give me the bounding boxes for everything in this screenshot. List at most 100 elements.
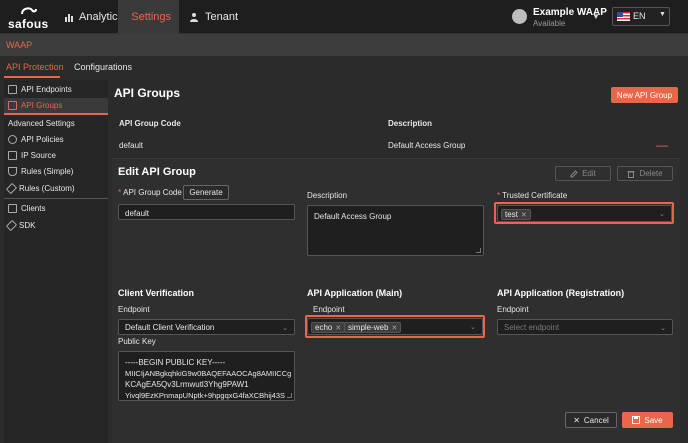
edit-button-label: Edit (582, 169, 596, 178)
close-icon: ✕ (573, 415, 580, 425)
highlight-box (494, 202, 674, 224)
public-key-textarea[interactable]: -----BEGIN PUBLIC KEY----- MIICIjANBgkqh… (118, 351, 295, 401)
endpoint-label: Endpoint (313, 305, 345, 314)
public-key-line: MIICIjANBgkqhkiG9w0BAQEFAAOCAg8AMIICCg (125, 369, 292, 378)
bar-chart-icon (65, 14, 73, 22)
description-label: Description (307, 191, 348, 200)
language-select[interactable]: EN ▼ (612, 7, 670, 26)
wrench-icon (5, 219, 18, 232)
pencil-icon (570, 169, 578, 177)
new-api-group-button[interactable]: New API Group (611, 87, 678, 103)
api-app-registration-endpoint-select[interactable]: Select endpoint ⌄ (497, 319, 673, 335)
section-header: WAAP (0, 34, 688, 56)
public-key-line: Yivql9EzKPnmapUNptk+9hpgqxG4faXCBhij43S (125, 391, 286, 400)
safous-logo[interactable]: safous (8, 6, 52, 31)
chevron-down-icon: ▼ (592, 12, 600, 21)
edit-panel-title: Edit API Group (118, 166, 196, 178)
language-value: EN (633, 11, 646, 21)
logo-text: safous (8, 17, 49, 31)
sidebar-item-label: Clients (21, 204, 46, 213)
tab-api-protection[interactable]: API Protection (6, 62, 64, 72)
monitor-icon (8, 204, 17, 213)
sidebar-item-sdk[interactable]: SDK (4, 218, 108, 233)
description-textarea[interactable]: Default Access Group (307, 205, 484, 256)
description-text: Default Access Group (314, 212, 392, 221)
cancel-button-label: Cancel (583, 415, 609, 425)
api-app-main-heading: API Application (Main) (307, 288, 403, 298)
us-flag-icon (617, 12, 630, 21)
wrench-icon (5, 182, 18, 195)
sidebar-item-ip-source[interactable]: IP Source (4, 148, 108, 163)
api-group-code-label: * API Group Code (118, 188, 182, 197)
sidebar-item-api-groups[interactable]: API Groups (4, 98, 108, 115)
shield-icon (8, 167, 17, 176)
top-navbar: safous Analytics Settings Tenant Example… (0, 0, 688, 34)
client-verification-endpoint-select[interactable]: Default Client Verification ⌄ (118, 319, 295, 335)
user-menu[interactable]: Example WAAP Available ▼ (510, 5, 607, 29)
sidebar-item-label: Rules (Custom) (19, 184, 75, 193)
network-icon (8, 151, 17, 160)
sidebar-item-label: API Endpoints (21, 85, 72, 94)
nav-tab-settings[interactable]: Settings (118, 0, 179, 34)
sidebar-divider (4, 198, 108, 199)
sidebar-item-api-policies[interactable]: API Policies (4, 132, 108, 147)
sidebar-item-label: IP Source (21, 151, 56, 160)
section-title: WAAP (6, 40, 33, 50)
chevron-down-icon: ▼ (659, 11, 666, 18)
avatar (512, 9, 527, 24)
users-icon (190, 13, 198, 22)
sidebar-item-rules-simple[interactable]: Rules (Simple) (4, 164, 108, 179)
table-cell-code[interactable]: default (119, 141, 143, 150)
sidebar-item-label: API Groups (21, 101, 63, 110)
chevron-down-icon: ⌄ (282, 325, 288, 332)
trash-icon (627, 170, 635, 178)
sidebar: API Endpoints API Groups Advanced Settin… (4, 80, 108, 443)
advanced-settings-heading: Advanced Settings (8, 119, 75, 128)
endpoint-label: Endpoint (497, 305, 529, 314)
select-value: Default Client Verification (125, 323, 215, 332)
save-button[interactable]: Save (622, 412, 673, 428)
endpoint-label: Endpoint (118, 305, 150, 314)
generate-button[interactable]: Generate (183, 185, 229, 200)
highlight-box (305, 315, 485, 338)
grid-icon (8, 101, 17, 110)
delete-button[interactable]: Delete (617, 166, 673, 181)
delete-button-label: Delete (639, 169, 663, 178)
sidebar-item-label: SDK (19, 221, 36, 230)
edit-button[interactable]: Edit (555, 166, 611, 181)
resize-handle-icon[interactable] (287, 393, 292, 398)
public-key-label: Public Key (118, 337, 156, 346)
api-group-code-input[interactable]: default (118, 204, 295, 220)
column-header-api-group-code: API Group Code (119, 119, 181, 128)
user-status: Available (533, 19, 566, 28)
table-cell-description: Default Access Group (388, 141, 466, 150)
sidebar-item-api-endpoints[interactable]: API Endpoints (4, 82, 108, 97)
api-app-registration-heading: API Application (Registration) (497, 288, 625, 298)
chevron-down-icon: ⌄ (660, 325, 666, 332)
sub-tabs: API Protection Configurations (0, 56, 688, 78)
active-tab-underline (4, 76, 60, 78)
sidebar-item-label: API Policies (21, 135, 64, 144)
cancel-button[interactable]: ✕ Cancel (565, 412, 617, 428)
nav-tab-label: Analytics (79, 11, 124, 23)
save-icon (632, 416, 641, 424)
collapse-row-icon[interactable]: — (656, 138, 668, 152)
grid-icon (8, 85, 17, 94)
nav-tab-label: Tenant (205, 11, 239, 23)
sidebar-item-rules-custom[interactable]: Rules (Custom) (4, 181, 108, 196)
trusted-certificate-label: * Trusted Certificate (497, 191, 568, 200)
sidebar-item-label: Rules (Simple) (21, 167, 74, 176)
tab-configurations[interactable]: Configurations (74, 62, 132, 72)
gear-icon (8, 135, 17, 144)
public-key-line: KCAgEA5Qv3Lrmwutl3Yhg9PAW1 (125, 380, 249, 389)
client-verification-heading: Client Verification (118, 288, 195, 298)
save-button-label: Save (644, 415, 663, 425)
nav-tab-label: Settings (131, 11, 171, 23)
logo-mark-icon (21, 7, 37, 15)
nav-tab-tenant[interactable]: Tenant (182, 0, 246, 34)
sidebar-item-clients[interactable]: Clients (4, 201, 108, 216)
select-placeholder: Select endpoint (504, 323, 560, 332)
public-key-line: -----BEGIN PUBLIC KEY----- (125, 358, 226, 367)
resize-handle-icon[interactable] (476, 248, 481, 253)
page-title: API Groups (114, 86, 181, 100)
